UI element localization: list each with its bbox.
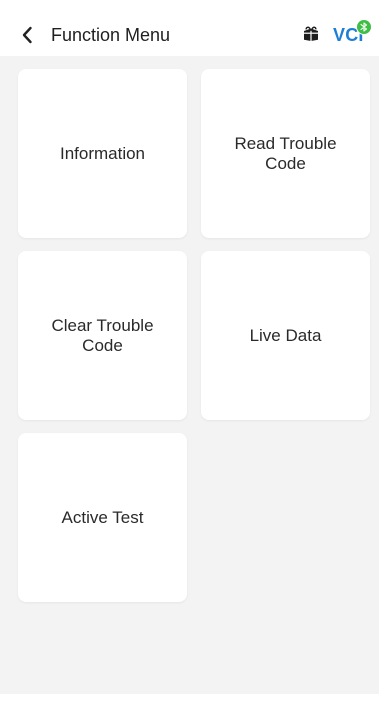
- live-data-card[interactable]: Live Data: [201, 251, 370, 420]
- vci-status[interactable]: VCI: [333, 20, 371, 48]
- back-button[interactable]: [18, 21, 36, 49]
- bluetooth-status-badge: [357, 20, 371, 34]
- active-test-card[interactable]: Active Test: [18, 433, 187, 602]
- gift-icon[interactable]: [302, 25, 320, 42]
- page-title: Function Menu: [51, 25, 171, 45]
- function-grid: Information Read Trouble Code Clear Trou…: [0, 56, 379, 694]
- information-card[interactable]: Information: [18, 69, 187, 238]
- active-test-label: Active Test: [61, 507, 144, 527]
- live-data-label: Live Data: [249, 325, 322, 345]
- top-header: Function Menu VCI: [0, 0, 379, 56]
- read-trouble-code-label: Read Trouble Code: [234, 133, 337, 173]
- clear-trouble-code-card[interactable]: Clear Trouble Code: [18, 251, 187, 420]
- bluetooth-icon: [360, 22, 368, 32]
- clear-trouble-code-label: Clear Trouble Code: [51, 315, 154, 355]
- function-menu-screen: Function Menu VCI Information Read Troub…: [0, 0, 379, 728]
- information-label: Information: [59, 143, 146, 163]
- read-trouble-code-card[interactable]: Read Trouble Code: [201, 69, 370, 238]
- bottom-safe-area: [0, 694, 379, 728]
- chevron-left-icon: [22, 26, 32, 44]
